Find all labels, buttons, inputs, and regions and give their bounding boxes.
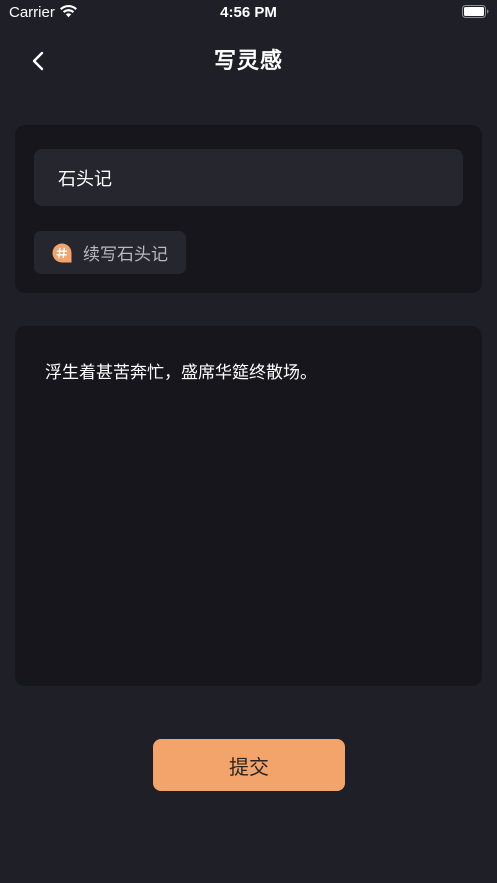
- status-time: 4:56 PM: [220, 4, 277, 21]
- screen: Carrier 4:56 PM 写灵感 续写石头记: [0, 0, 497, 883]
- submit-button[interactable]: 提交: [153, 739, 345, 791]
- content-text[interactable]: 浮生着甚苦奔忙，盛席华筵终散场。: [45, 360, 458, 386]
- hashtag-bubble-icon: [52, 243, 72, 262]
- battery-icon: [462, 5, 489, 18]
- topic-chip-label: 续写石头记: [83, 245, 168, 265]
- title-input[interactable]: [34, 149, 463, 206]
- content-editor[interactable]: 浮生着甚苦奔忙，盛席华筵终散场。: [15, 326, 482, 686]
- topic-chip[interactable]: 续写石头记: [34, 231, 186, 274]
- page-title: 写灵感: [213, 48, 283, 74]
- status-bar: Carrier 4:56 PM: [0, 0, 497, 26]
- nav-bar: 写灵感: [0, 36, 497, 86]
- title-card: 续写石头记: [15, 125, 482, 293]
